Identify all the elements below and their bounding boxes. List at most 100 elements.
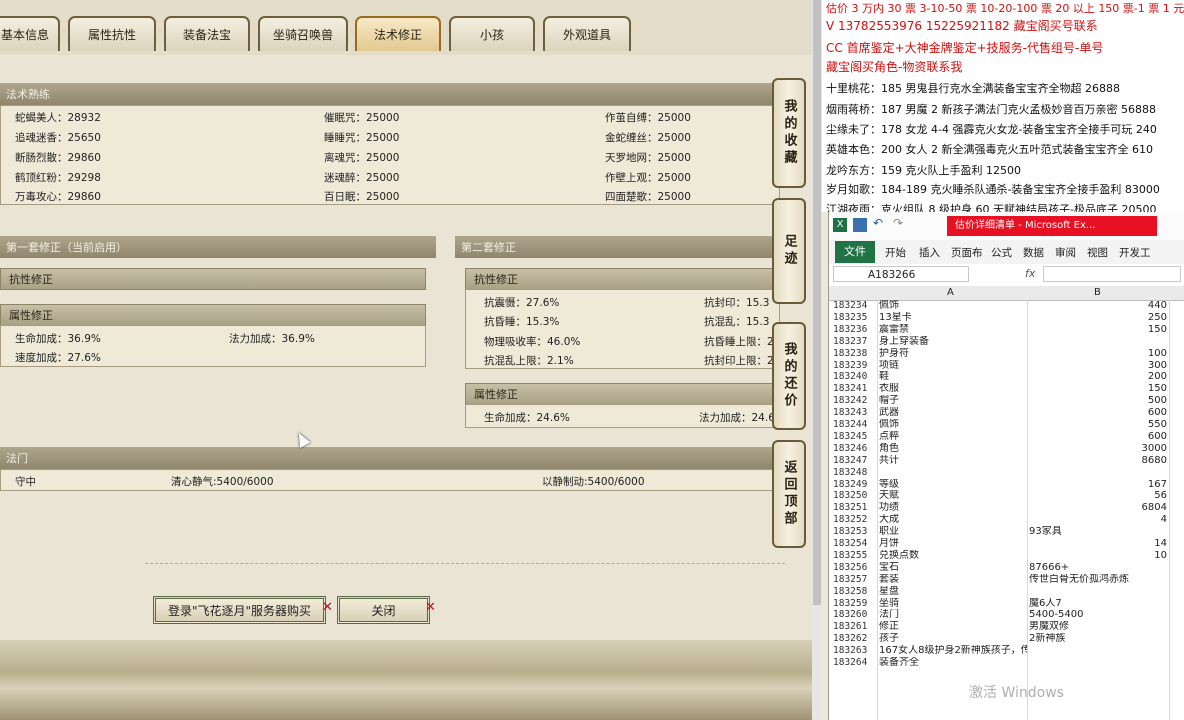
close-x-icon[interactable]: ✕ [425,600,436,615]
redo-icon[interactable]: ↷ [893,216,903,230]
name-box[interactable]: A183266 [833,266,969,282]
cell-a[interactable]: 佩饰 [879,419,1027,431]
excel-row[interactable]: 183247 共计 8680 [829,455,1184,467]
excel-row[interactable]: 183264 装备齐全 [829,657,1184,669]
excel-row[interactable]: 183235 13星卡 250 [829,312,1184,324]
cell-b[interactable]: 10 [1029,550,1167,562]
row-number[interactable]: 183255 [833,550,877,562]
cell-b[interactable]: 440 [1029,300,1167,312]
excel-row[interactable]: 183238 护身符 100 [829,348,1184,360]
cell-a[interactable]: 天赋 [879,490,1027,502]
cell-b[interactable]: 87666+ [1029,562,1167,574]
login-buy-button[interactable]: 登录"飞花逐月"服务器购买 [153,596,326,624]
row-number[interactable]: 183242 [833,395,877,407]
scrollbar[interactable] [812,0,822,720]
cell-b[interactable]: 150 [1029,324,1167,336]
row-number[interactable]: 183260 [833,609,877,621]
row-number[interactable]: 183253 [833,526,877,538]
ribbon-tab-file[interactable]: 文件 [835,241,875,263]
cell-b[interactable]: 300 [1029,360,1167,372]
cell-a[interactable]: 13星卡 [879,312,1027,324]
cell-a[interactable]: 兑换点数 [879,550,1027,562]
cell-a[interactable]: 套装 [879,574,1027,586]
row-number[interactable]: 183259 [833,598,877,610]
cell-a[interactable]: 护身符 [879,348,1027,360]
cell-b[interactable]: 传世白骨无价孤鸿赤炼 [1029,574,1167,586]
ribbon-tab-review[interactable]: 审阅 [1055,245,1076,260]
cell-b[interactable]: 5400-5400 [1029,609,1167,621]
cell-a[interactable]: 共计 [879,455,1027,467]
row-number[interactable]: 183258 [833,586,877,598]
excel-row[interactable]: 183261 修正 男魔双修 [829,621,1184,633]
column-header-a[interactable]: A [947,287,954,298]
cell-b[interactable]: 500 [1029,395,1167,407]
row-number[interactable]: 183243 [833,407,877,419]
excel-row[interactable]: 183263167女人8级护身2新神族孩子，传世白骨强毒克火 [829,645,1184,657]
cell-b[interactable]: 600 [1029,407,1167,419]
cell-a[interactable]: 月饼 [879,538,1027,550]
ribbon-tab-page-layout[interactable]: 页面布 [951,245,983,260]
excel-row[interactable]: 183250 天赋 56 [829,490,1184,502]
excel-row[interactable]: 183257 套装 传世白骨无价孤鸿赤炼 [829,574,1184,586]
formula-input[interactable] [1043,266,1181,282]
cell-a[interactable]: 星盘 [879,586,1027,598]
row-number[interactable]: 183239 [833,360,877,372]
cell-b[interactable]: 8680 [1029,455,1167,467]
row-number[interactable]: 183257 [833,574,877,586]
ribbon-tab-data[interactable]: 数据 [1023,245,1044,260]
row-number[interactable]: 183245 [833,431,877,443]
excel-row[interactable]: 183253 职业 93家具 [829,526,1184,538]
cell-a[interactable]: 点粹 [879,431,1027,443]
row-number[interactable]: 183263 [833,645,877,657]
excel-row[interactable]: 183260 法门 5400-5400 [829,609,1184,621]
cell-a[interactable]: 帽子 [879,395,1027,407]
row-number[interactable]: 183252 [833,514,877,526]
cell-b[interactable]: 2新神族 [1029,633,1167,645]
row-number[interactable]: 183238 [833,348,877,360]
excel-row[interactable]: 183254 月饼 14 [829,538,1184,550]
cell-b[interactable]: 167 [1029,479,1167,491]
tab-mounts-pets[interactable]: 坐骑召唤兽 [258,16,348,51]
excel-row[interactable]: 183240 鞋 200 [829,371,1184,383]
ribbon-tab-home[interactable]: 开始 [885,245,906,260]
cell-b[interactable]: 250 [1029,312,1167,324]
excel-row[interactable]: 183256 宝石 87666+ [829,562,1184,574]
cell-b[interactable]: 14 [1029,538,1167,550]
row-number[interactable]: 183241 [833,383,877,395]
cell-a[interactable]: 鞋 [879,371,1027,383]
excel-row[interactable]: 183258 星盘 [829,586,1184,598]
cell-b[interactable]: 600 [1029,431,1167,443]
tab-child[interactable]: 小孩 [449,16,535,51]
cell-a[interactable]: 佩饰 [879,300,1027,312]
cell-a[interactable]: 武器 [879,407,1027,419]
tab-appearance[interactable]: 外观道具 [543,16,631,51]
excel-row[interactable]: 183242 帽子 500 [829,395,1184,407]
cell-b[interactable]: 男魔双修 [1029,621,1167,633]
ribbon-tab-formulas[interactable]: 公式 [991,245,1012,260]
cell-a[interactable]: 角色 [879,443,1027,455]
excel-row[interactable]: 183259 坐骑 魔6人7 [829,598,1184,610]
excel-row[interactable]: 183248 [829,467,1184,479]
cell-b[interactable]: 4 [1029,514,1167,526]
fx-icon[interactable]: fx [1025,267,1035,280]
row-number[interactable]: 183244 [833,419,877,431]
row-number[interactable]: 183264 [833,657,877,669]
excel-row[interactable]: 183244 佩饰 550 [829,419,1184,431]
row-number[interactable]: 183248 [833,467,877,479]
save-icon[interactable] [853,218,867,232]
cell-a[interactable]: 等级 [879,479,1027,491]
cell-a[interactable]: 167女人8级护身2新神族孩子，传世白骨强毒克火 [879,645,1027,657]
excel-row[interactable]: 183234 佩饰 440 [829,300,1184,312]
excel-row[interactable]: 183255 兑换点数 10 [829,550,1184,562]
row-number[interactable]: 183236 [833,324,877,336]
cell-a[interactable]: 功绩 [879,502,1027,514]
cell-a[interactable]: 坐骑 [879,598,1027,610]
side-button-favorites[interactable]: 我的收藏 [772,78,806,188]
tab-spell-correction[interactable]: 法术修正 [355,16,441,51]
ribbon-tab-view[interactable]: 视图 [1087,245,1108,260]
excel-row[interactable]: 183249 等级 167 [829,479,1184,491]
cell-b[interactable]: 100 [1029,348,1167,360]
tab-attributes[interactable]: 属性抗性 [68,16,156,51]
cell-a[interactable]: 修正 [879,621,1027,633]
cell-b[interactable]: 550 [1029,419,1167,431]
